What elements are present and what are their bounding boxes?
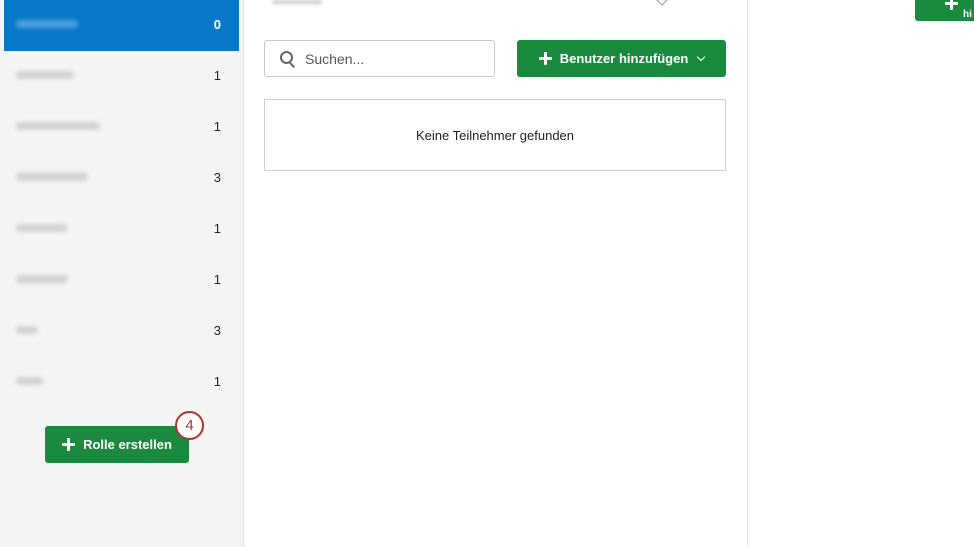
- role-item[interactable]: 1: [4, 255, 239, 306]
- role-name-redacted: [16, 71, 74, 79]
- callout-number: 4: [185, 417, 194, 434]
- callout-badge: 4: [175, 411, 204, 440]
- header-redacted: [272, 0, 322, 4]
- create-role-button[interactable]: Rolle erstellen: [45, 426, 189, 463]
- role-member-count: 3: [213, 323, 221, 338]
- search-icon: [280, 50, 296, 68]
- role-member-count: 3: [213, 170, 221, 185]
- role-list: 0 1 1 3 1 1 3 1: [4, 0, 239, 408]
- create-role-label: Rolle erstellen: [83, 437, 172, 452]
- role-name-redacted: [16, 326, 38, 334]
- role-item[interactable]: 1: [4, 51, 239, 102]
- search-input[interactable]: [305, 50, 475, 67]
- role-item[interactable]: 1: [4, 102, 239, 153]
- chevron-down-icon: [697, 52, 706, 61]
- role-member-count: 1: [213, 68, 221, 83]
- role-name-redacted: [16, 377, 44, 385]
- add-button-partial-label: hi: [963, 9, 972, 20]
- role-name-redacted: [16, 224, 68, 232]
- search-box[interactable]: [264, 40, 495, 77]
- plus-icon: [62, 438, 76, 451]
- add-button-partial[interactable]: hi: [915, 0, 974, 21]
- role-name-redacted: [16, 275, 68, 283]
- role-name-redacted: [16, 173, 88, 181]
- role-item[interactable]: 1: [4, 204, 239, 255]
- role-name-redacted: [16, 20, 78, 28]
- role-member-count: 1: [213, 272, 221, 287]
- role-member-count: 1: [213, 221, 221, 236]
- add-user-label: Benutzer hinzufügen: [559, 51, 689, 66]
- empty-message: Keine Teilnehmer gefunden: [415, 127, 575, 143]
- plus-icon: [538, 52, 552, 65]
- role-name-redacted: [16, 122, 100, 130]
- role-member-count: 1: [213, 119, 221, 134]
- role-item[interactable]: 0: [4, 0, 239, 51]
- participants-list: Keine Teilnehmer gefunden: [264, 99, 726, 171]
- role-member-count: 1: [213, 374, 221, 389]
- role-item[interactable]: 3: [4, 153, 239, 204]
- role-item[interactable]: 1: [4, 357, 239, 408]
- roles-sidebar: 0 1 1 3 1 1 3 1 Rolle erstellen 4: [0, 0, 244, 547]
- main-panel: [244, 0, 748, 547]
- plus-icon: [945, 0, 958, 10]
- add-user-button[interactable]: Benutzer hinzufügen: [517, 40, 726, 77]
- role-member-count: 0: [213, 17, 221, 32]
- role-item[interactable]: 3: [4, 306, 239, 357]
